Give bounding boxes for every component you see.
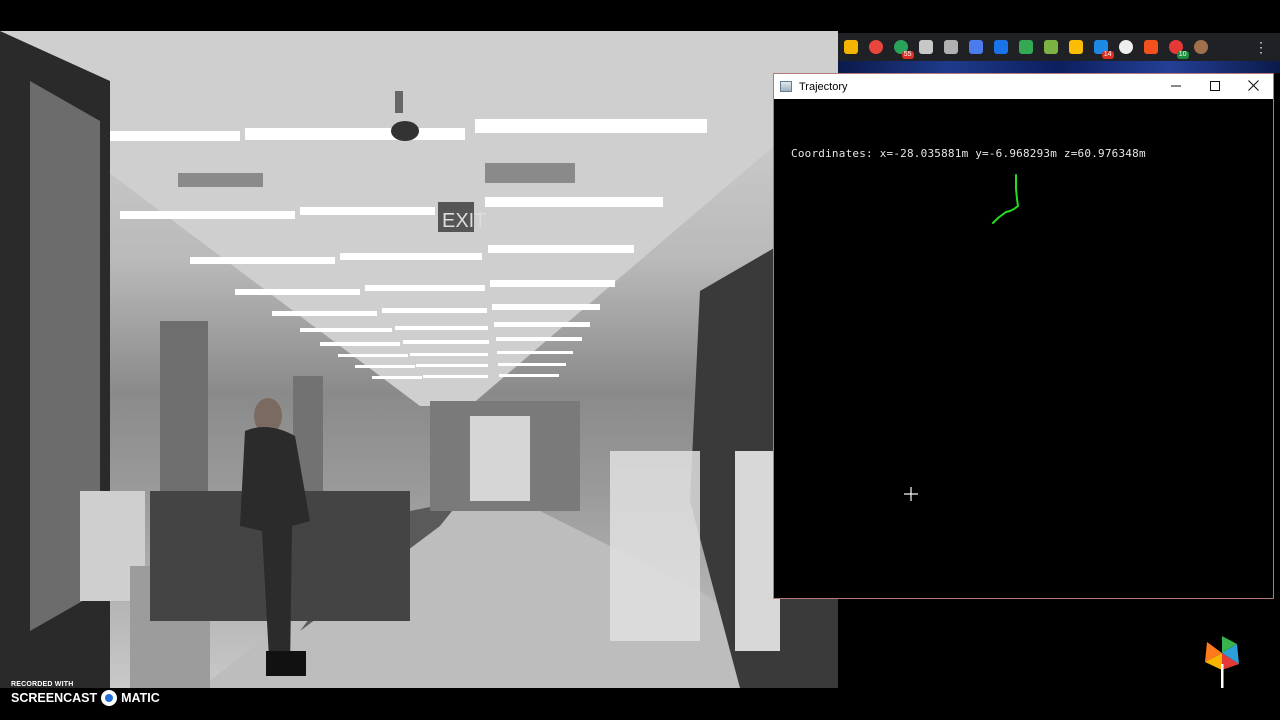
drive-icon[interactable] [1018, 40, 1033, 54]
close-button[interactable] [1234, 74, 1273, 99]
highlighter-icon[interactable] [1068, 40, 1083, 54]
spotify-icon[interactable] [868, 40, 883, 54]
minimize-button[interactable] [1156, 74, 1195, 99]
recorded-with-label: RECORDED WITH [11, 681, 74, 688]
extension-badge: 55 [901, 51, 914, 59]
cloud-icon[interactable] [943, 40, 958, 54]
hangouts-icon[interactable]: 55 [893, 40, 914, 59]
corridor-scene: EXIT [0, 31, 838, 688]
profile-avatar-icon[interactable] [1193, 40, 1208, 54]
minimize-icon [1170, 79, 1181, 94]
trajectory-canvas[interactable]: Coordinates: x=-28.035881m y=-6.968293m … [774, 99, 1273, 598]
edit-icon[interactable] [993, 40, 1008, 54]
title-bar[interactable]: Trajectory [774, 74, 1273, 99]
avatar-extension-icon[interactable]: 10 [1168, 40, 1189, 59]
trajectory-plot [904, 174, 1019, 501]
camera-feed: EXIT [0, 31, 838, 688]
coordinates-readout: Coordinates: x=-28.035881m y=-6.968293m … [791, 147, 1146, 160]
extension-badge: 14 [1101, 51, 1114, 59]
close-icon [1248, 78, 1259, 95]
window-title: Trajectory [799, 80, 848, 93]
brand-left-text: SCREENCAST [11, 691, 98, 705]
arrow-icon[interactable] [1143, 40, 1158, 54]
tasks-icon[interactable]: 14 [1093, 40, 1114, 59]
origin-crosshair [904, 487, 918, 501]
record-icon[interactable] [1118, 40, 1133, 54]
extension-badge: 10 [1176, 51, 1189, 59]
trajectory-path [992, 174, 1019, 224]
screencast-watermark: RECORDED WITH SCREENCAST MATIC [11, 681, 160, 706]
maximize-button[interactable] [1195, 74, 1234, 99]
desktop-background [838, 61, 1280, 73]
puzzle-icon[interactable] [1043, 40, 1058, 54]
browser-extension-toolbar: 55 14 10 ⋮ [838, 33, 1280, 61]
trajectory-window[interactable]: Trajectory Coordinates: x=-28.035881m y=… [773, 73, 1274, 599]
maximize-icon [1209, 79, 1220, 94]
pinwheel-logo-icon [1205, 636, 1239, 688]
library-icon[interactable] [918, 40, 933, 54]
screencast-logo-icon [101, 690, 118, 706]
brand-right-text: MATIC [121, 691, 160, 705]
app-window-icon [780, 81, 792, 92]
svg-text:EXIT: EXIT [442, 210, 486, 232]
screen-icon[interactable] [968, 40, 983, 54]
yellow-extension-icon[interactable] [843, 40, 858, 54]
more-vert-icon[interactable]: ⋮ [1254, 39, 1268, 56]
